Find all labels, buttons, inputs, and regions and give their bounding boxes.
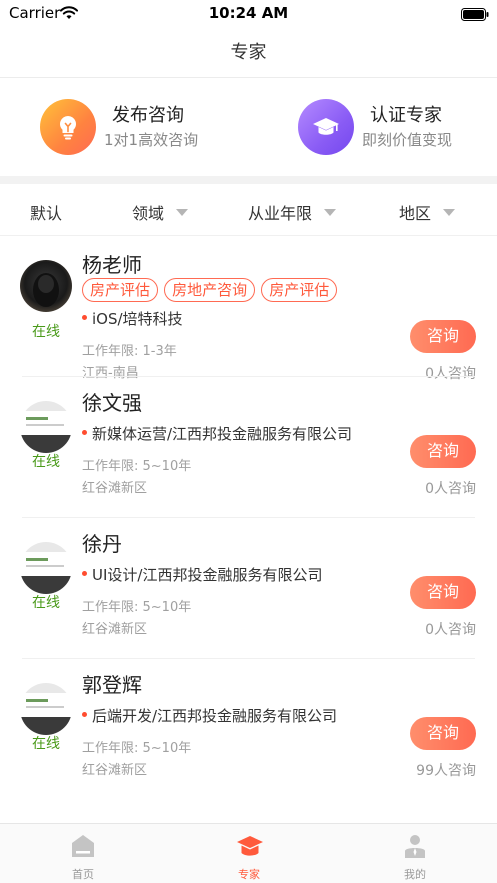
bullet-dot — [82, 430, 87, 435]
home-icon — [72, 835, 94, 857]
expert-name: 郭登辉 — [82, 673, 142, 697]
expert-company-text: UI设计/江西邦投金融服务有限公司 — [92, 566, 323, 584]
graduation-cap-icon — [298, 99, 354, 155]
online-status: 在线 — [32, 454, 60, 470]
filter-field-dropdown[interactable]: 领域 — [132, 200, 189, 224]
consult-button[interactable]: 咨询 — [410, 717, 476, 750]
filter-default[interactable]: 默认 — [30, 200, 62, 224]
avatar — [20, 683, 72, 735]
expert-region: 红谷滩新区 — [82, 481, 148, 496]
publish-consult-subtitle: 1对1高效咨询 — [104, 131, 199, 149]
expert-tags: 房产评估 房地产咨询 房产评估 — [82, 278, 338, 302]
tab-expert[interactable]: 专家 — [166, 824, 332, 883]
page-title: 专家 — [230, 42, 267, 63]
consult-button[interactable]: 咨询 — [410, 576, 476, 609]
nav-divider — [0, 77, 497, 78]
consult-button[interactable]: 咨询 — [410, 320, 476, 353]
avatar — [20, 260, 72, 312]
tab-mine-label: 我的 — [404, 868, 426, 881]
expert-company-text: 后端开发/江西邦投金融服务有限公司 — [92, 707, 338, 725]
expert-years: 工作年限: 5~10年 — [82, 741, 192, 756]
expert-card[interactable]: 在线 杨老师 房产评估 房地产咨询 房产评估 iOS/培特科技 工作年限: 1-… — [0, 236, 497, 382]
expert-company-text: 新媒体运营/江西邦投金融服务有限公司 — [92, 425, 353, 443]
filter-region-label: 地区 — [399, 204, 432, 223]
expert-name: 徐丹 — [82, 532, 122, 556]
consult-count: 99人咨询 — [416, 763, 476, 779]
expert-company: UI设计/江西邦投金融服务有限公司 — [82, 564, 322, 585]
expert-card[interactable]: 在线 郭登辉后端开发/江西邦投金融服务有限公司工作年限: 5~10年 红谷滩新区 咨询… — [0, 659, 497, 800]
tab-home-label: 首页 — [72, 868, 94, 881]
expert-list: 在线 杨老师 房产评估 房地产咨询 房产评估 iOS/培特科技 工作年限: 1-… — [0, 236, 497, 800]
person-icon — [405, 835, 425, 858]
online-status: 在线 — [32, 736, 60, 752]
filter-years-dropdown[interactable]: 从业年限 — [248, 200, 337, 224]
expert-tag: 房地产咨询 — [164, 278, 256, 302]
tab-bar: 首页 专家 我的 — [0, 823, 497, 883]
status-time: 10:24 AM — [208, 4, 289, 22]
certify-expert-subtitle: 即刻价值变现 — [362, 131, 453, 149]
tab-home[interactable]: 首页 — [0, 824, 166, 883]
expert-company: 新媒体运营/江西邦投金融服务有限公司 — [82, 423, 352, 444]
avatar — [20, 401, 72, 453]
dropdown-arrow-icon — [324, 209, 337, 216]
graduation-cap-icon — [237, 836, 263, 856]
bullet-dot — [82, 315, 87, 320]
section-gap — [0, 176, 497, 184]
consult-count: 0人咨询 — [425, 622, 476, 638]
tab-expert-label: 专家 — [238, 868, 260, 881]
expert-company: iOS/培特科技 — [82, 308, 183, 329]
status-bar: Carrier 10:24 AM — [0, 0, 497, 26]
expert-years: 工作年限: 5~10年 — [82, 459, 192, 474]
expert-card[interactable]: 在线 徐文强新媒体运营/江西邦投金融服务有限公司工作年限: 5~10年 红谷滩新区 咨… — [0, 377, 497, 518]
expert-region: 红谷滩新区 — [82, 763, 148, 778]
filter-years-label: 从业年限 — [248, 204, 313, 223]
expert-years: 工作年限: 5~10年 — [82, 600, 192, 615]
dropdown-arrow-icon — [176, 209, 189, 216]
expert-tag: 房产评估 — [82, 278, 159, 302]
lightbulb-icon — [40, 99, 96, 155]
bullet-dot — [82, 571, 87, 576]
avatar — [20, 542, 72, 594]
expert-region: 红谷滩新区 — [82, 622, 148, 637]
consult-count: 0人咨询 — [425, 481, 476, 497]
expert-name: 徐文强 — [82, 391, 142, 415]
filter-default-label: 默认 — [30, 204, 63, 223]
expert-tag: 房产评估 — [261, 278, 338, 302]
filter-region-dropdown[interactable]: 地区 — [399, 200, 456, 224]
expert-name: 杨老师 — [82, 253, 142, 277]
battery-icon — [461, 6, 489, 25]
online-status: 在线 — [32, 595, 60, 611]
filter-bar: 默认 领域 从业年限 地区 — [0, 184, 497, 236]
consult-button[interactable]: 咨询 — [410, 435, 476, 468]
expert-card[interactable]: 在线 徐丹 UI设计/江西邦投金融服务有限公司工作年限: 5~10年 红谷滩新区 咨询 0… — [0, 518, 497, 659]
filter-field-label: 领域 — [132, 204, 165, 223]
publish-consult-title: 发布咨询 — [112, 105, 184, 126]
dropdown-arrow-icon — [443, 209, 456, 216]
expert-company-text: iOS/培特科技 — [92, 310, 183, 328]
certify-expert-title: 认证专家 — [370, 105, 442, 126]
bullet-dot — [82, 712, 87, 717]
tab-mine[interactable]: 我的 — [332, 824, 497, 883]
expert-company: 后端开发/江西邦投金融服务有限公司 — [82, 705, 337, 726]
online-status: 在线 — [32, 324, 60, 340]
expert-years: 工作年限: 1-3年 — [82, 344, 177, 359]
